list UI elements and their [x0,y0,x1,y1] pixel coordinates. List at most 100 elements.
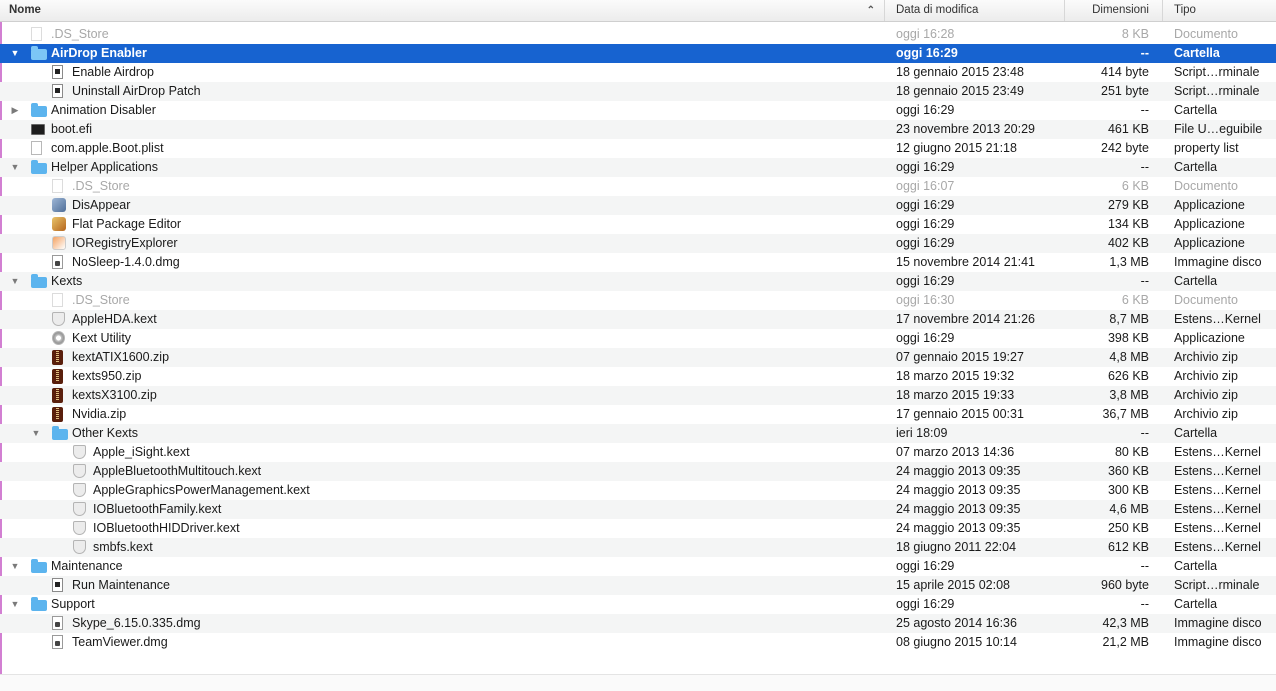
disclosure-expanded-icon[interactable]: ▼ [9,595,21,614]
file-row[interactable]: Uninstall AirDrop Patch 18 gennaio 2015 2… [0,82,1276,101]
file-name[interactable]: Enable Airdrop [72,63,154,82]
file-row[interactable]: ▼ Maintenance oggi 16:29 -- Cartella [0,557,1276,576]
file-name[interactable]: Run Maintenance [72,576,170,595]
file-name[interactable]: Nvidia.zip [72,405,126,424]
file-name[interactable]: IOBluetoothFamily.kext [93,500,221,519]
file-size: 3,8 MB [1109,388,1149,402]
file-name[interactable]: TeamViewer.dmg [72,633,168,652]
modified-date: 07 marzo 2013 14:36 [896,445,1015,459]
kext-icon [73,502,86,516]
file-kind: Cartella [1174,103,1218,117]
file-name[interactable]: boot.efi [51,120,92,139]
folder-icon [52,426,68,440]
file-name[interactable]: kexts950.zip [72,367,141,386]
disclosure-expanded-icon[interactable]: ▼ [9,272,21,291]
file-row[interactable]: Flat Package Editor oggi 16:29 134 KB Appli… [0,215,1276,234]
kext-icon [73,483,86,497]
file-row[interactable]: AppleBluetoothMultitouch.kext 24 maggio 2… [0,462,1276,481]
modified-date: 15 novembre 2014 21:41 [896,255,1035,269]
disclosure-collapsed-icon[interactable]: ▶ [9,101,21,120]
file-name[interactable]: NoSleep-1.4.0.dmg [72,253,180,272]
disclosure-expanded-icon[interactable]: ▼ [9,44,21,63]
file-row[interactable]: kextsX3100.zip 18 marzo 2015 19:33 3,8 MB A… [0,386,1276,405]
horizontal-scrollbar[interactable] [0,674,1276,691]
file-name[interactable]: Maintenance [51,557,123,576]
file-name[interactable]: AirDrop Enabler [51,44,147,63]
file-name[interactable]: Support [51,595,95,614]
file-row[interactable]: ▶ Animation Disabler oggi 16:29 -- Cartella [0,101,1276,120]
modified-date: oggi 16:29 [896,103,955,117]
folder-icon [31,103,47,117]
file-row[interactable]: .DS_Store oggi 16:30 6 KB Documento [0,291,1276,310]
file-name[interactable]: IORegistryExplorer [72,234,178,253]
file-row[interactable]: TeamViewer.dmg 08 giugno 2015 10:14 21,2 M… [0,633,1276,652]
file-name[interactable]: AppleGraphicsPowerManagement.kext [93,481,310,500]
file-name[interactable]: .DS_Store [72,291,130,310]
file-row[interactable]: NoSleep-1.4.0.dmg 15 novembre 2014 21:41 1… [0,253,1276,272]
disclosure-expanded-icon[interactable]: ▼ [9,557,21,576]
modified-date: 25 agosto 2014 16:36 [896,616,1017,630]
file-kind: Archivio zip [1174,388,1238,402]
file-row[interactable]: IORegistryExplorer oggi 16:29 402 KB Applic… [0,234,1276,253]
file-name[interactable]: Flat Package Editor [72,215,181,234]
file-name[interactable]: kextATIX1600.zip [72,348,169,367]
file-row[interactable]: smbfs.kext 18 giugno 2011 22:04 612 KB Este… [0,538,1276,557]
file-kind: Cartella [1174,160,1218,174]
file-row[interactable]: DisAppear oggi 16:29 279 KB Applicazione [0,196,1276,215]
file-row[interactable]: ▼ AirDrop Enabler oggi 16:29 -- Cartella [0,44,1276,63]
document-icon [52,179,63,193]
file-row[interactable]: Run Maintenance 15 aprile 2015 02:08 960 b… [0,576,1276,595]
file-row[interactable]: Enable Airdrop 18 gennaio 2015 23:48 414 b… [0,63,1276,82]
file-row[interactable]: ▼ Other Kexts ieri 18:09 -- Cartella [0,424,1276,443]
file-row[interactable]: kextATIX1600.zip 07 gennaio 2015 19:27 4,8… [0,348,1276,367]
modified-date: 24 maggio 2013 09:35 [896,521,1021,535]
file-row[interactable]: IOBluetoothFamily.kext 24 maggio 2013 09:… [0,500,1276,519]
file-row[interactable]: ▼ Kexts oggi 16:29 -- Cartella [0,272,1276,291]
file-row[interactable]: AppleGraphicsPowerManagement.kext 24 magg… [0,481,1276,500]
sort-ascending-icon: ⌃ [866,5,875,16]
file-name[interactable]: IOBluetoothHIDDriver.kext [93,519,240,538]
file-name[interactable]: Kexts [51,272,82,291]
file-row[interactable]: kexts950.zip 18 marzo 2015 19:32 626 KB Arc… [0,367,1276,386]
file-name[interactable]: Apple_iSight.kext [93,443,190,462]
file-name[interactable]: smbfs.kext [93,538,153,557]
file-name[interactable]: .DS_Store [72,177,130,196]
file-row[interactable]: .DS_Store oggi 16:28 8 KB Documento [0,25,1276,44]
file-name[interactable]: DisAppear [72,196,130,215]
file-size: -- [1140,103,1149,117]
file-row[interactable]: .DS_Store oggi 16:07 6 KB Documento [0,177,1276,196]
file-row[interactable]: Nvidia.zip 17 gennaio 2015 00:31 36,7 MB Ar… [0,405,1276,424]
disclosure-expanded-icon[interactable]: ▼ [30,424,42,443]
file-name[interactable]: com.apple.Boot.plist [51,139,164,158]
modified-date: oggi 16:29 [896,160,955,174]
file-name[interactable]: Helper Applications [51,158,158,177]
file-row[interactable]: boot.efi 23 novembre 2013 20:29 461 KB File… [0,120,1276,139]
column-header-date[interactable]: Data di modifica [885,0,1065,21]
file-row[interactable]: Kext Utility oggi 16:29 398 KB Applicazione [0,329,1276,348]
column-header-name[interactable]: Nome ⌃ [0,0,885,21]
modified-date: oggi 16:28 [896,27,955,41]
file-row[interactable]: Skype_6.15.0.335.dmg 25 agosto 2014 16:36… [0,614,1276,633]
column-header-kind[interactable]: Tipo [1163,0,1276,21]
file-kind: File U…eguibile [1174,122,1263,136]
file-name[interactable]: Uninstall AirDrop Patch [72,82,201,101]
file-row[interactable]: ▼ Support oggi 16:29 -- Cartella [0,595,1276,614]
file-size: 612 KB [1107,540,1149,554]
file-row[interactable]: IOBluetoothHIDDriver.kext 24 maggio 2013 … [0,519,1276,538]
column-header-size[interactable]: Dimensioni [1065,0,1163,21]
file-row[interactable]: Apple_iSight.kext 07 marzo 2013 14:36 80 K… [0,443,1276,462]
file-row[interactable]: AppleHDA.kext 17 novembre 2014 21:26 8,7 M… [0,310,1276,329]
kext-icon [73,464,86,478]
file-row[interactable]: com.apple.Boot.plist 12 giugno 2015 21:18… [0,139,1276,158]
file-name[interactable]: AppleHDA.kext [72,310,157,329]
disclosure-expanded-icon[interactable]: ▼ [9,158,21,177]
file-row[interactable]: ▼ Helper Applications oggi 16:29 -- Cartella [0,158,1276,177]
file-name[interactable]: Animation Disabler [51,101,156,120]
file-name[interactable]: Kext Utility [72,329,131,348]
script-icon [52,84,63,98]
file-name[interactable]: .DS_Store [51,25,109,44]
file-name[interactable]: Other Kexts [72,424,138,443]
file-name[interactable]: Skype_6.15.0.335.dmg [72,614,201,633]
file-name[interactable]: kextsX3100.zip [72,386,157,405]
file-name[interactable]: AppleBluetoothMultitouch.kext [93,462,261,481]
